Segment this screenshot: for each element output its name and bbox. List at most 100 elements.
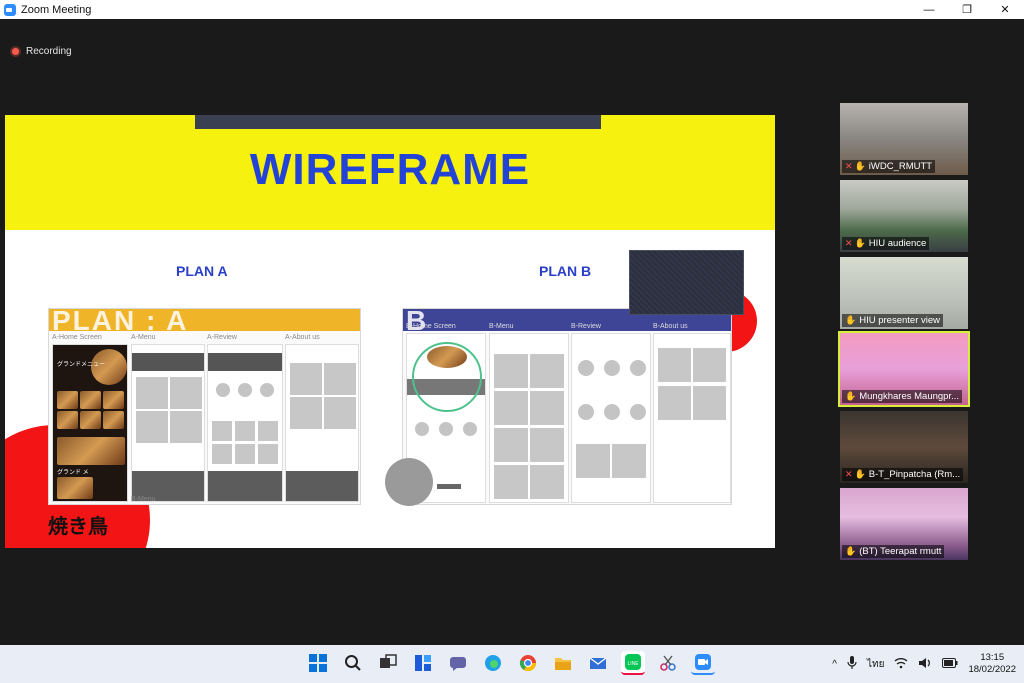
image-block: [658, 386, 691, 420]
food-photo: [57, 437, 125, 465]
button-placeholder: [437, 484, 461, 489]
chrome-browser-icon[interactable]: [516, 651, 540, 675]
banner-block: [132, 353, 204, 371]
close-button[interactable]: ✕: [986, 0, 1024, 19]
edge-browser-icon[interactable]: [481, 651, 505, 675]
start-menu-icon[interactable]: [306, 651, 330, 675]
image-block: [494, 428, 528, 462]
b-menu-screen-mock: [489, 333, 569, 503]
avatar-placeholder: [578, 404, 594, 420]
participant-tile-active-speaker[interactable]: ✋ Mungkhares Maungpr...: [838, 331, 970, 407]
windows-taskbar: LINE ^ ไทย 13:15 18/02/2022: [0, 645, 1024, 683]
volume-icon[interactable]: [918, 657, 932, 672]
banner-block: [208, 353, 282, 371]
pin-icon: ✋: [845, 391, 857, 401]
participant-tile[interactable]: ✕ ✋ B-T_Pinpatcha (Rm...: [840, 411, 968, 483]
caption: A-Home Screen: [52, 334, 102, 341]
menu-screen-mock: [131, 344, 205, 502]
mail-icon[interactable]: [586, 651, 610, 675]
input-language[interactable]: ไทย: [867, 657, 884, 672]
pin-icon: ✋: [845, 546, 857, 556]
participant-name: HIU audience: [868, 238, 927, 249]
image-block: [494, 391, 528, 425]
participant-name: HIU presenter view: [859, 315, 940, 326]
participant-name-tag: ✕ ✋ HIU audience: [842, 237, 930, 250]
caption: B-Menu: [489, 323, 514, 330]
zoom-app-icon[interactable]: [691, 651, 715, 675]
pin-icon: ✋: [854, 161, 866, 171]
participant-name: Mungkhares Maungpr...: [859, 391, 960, 402]
participant-tile[interactable]: ✕ ✋ HIU audience: [840, 180, 968, 252]
svg-text:LINE: LINE: [627, 661, 639, 667]
recording-dot-icon: [10, 46, 21, 57]
image-block: [258, 444, 278, 464]
search-icon[interactable]: [341, 651, 365, 675]
image-block: [212, 444, 232, 464]
snipping-tool-icon[interactable]: [656, 651, 680, 675]
participant-name: (BT) Teerapat rmutt: [859, 546, 942, 557]
avatar-placeholder: [216, 383, 230, 397]
avatar-placeholder: [463, 422, 477, 436]
caption: B-Menu: [131, 496, 156, 503]
battery-icon[interactable]: [942, 657, 958, 671]
system-tray: ^ ไทย 13:15 18/02/2022: [832, 645, 1016, 683]
food-photo: [80, 391, 101, 409]
food-photo: [103, 391, 124, 409]
participant-tile[interactable]: ✋ (BT) Teerapat rmutt: [840, 488, 968, 560]
footer-block: [286, 471, 358, 501]
avatar-placeholder: [439, 422, 453, 436]
file-explorer-icon[interactable]: [551, 651, 575, 675]
floating-video-overlay[interactable]: [629, 250, 744, 315]
maximize-button[interactable]: ❐: [948, 0, 986, 19]
jp-text: グランドメニュー: [57, 362, 106, 368]
taskbar-apps: LINE: [306, 651, 715, 675]
recording-indicator[interactable]: Recording: [10, 46, 72, 57]
jp-text: グランド メ: [57, 470, 89, 476]
image-block: [530, 354, 564, 388]
clock-time: 13:15: [980, 652, 1005, 663]
food-photo: [57, 477, 93, 499]
image-block: [212, 421, 232, 441]
participant-tile[interactable]: ✕ ✋ iWDC_RMUTT: [840, 103, 968, 175]
avatar-placeholder: [630, 360, 646, 376]
avatar-placeholder: [604, 360, 620, 376]
image-block: [494, 354, 528, 388]
image-block: [136, 411, 168, 443]
decor-circle: [385, 458, 433, 506]
line-app-icon[interactable]: LINE: [621, 651, 645, 675]
image-block: [136, 377, 168, 409]
participant-name-tag: ✕ ✋ iWDC_RMUTT: [842, 160, 936, 173]
slide-title: WIREFRAME: [249, 145, 531, 194]
participant-name-tag: ✋ HIU presenter view: [842, 314, 943, 327]
slide-top-bar: [195, 115, 601, 129]
wifi-icon[interactable]: [894, 657, 908, 672]
tray-overflow-chevron-icon[interactable]: ^: [832, 659, 837, 670]
caption: A-Review: [207, 334, 237, 341]
mic-muted-icon: ✕: [845, 161, 853, 171]
avatar-placeholder: [630, 404, 646, 420]
participant-tile[interactable]: ✋ HIU presenter view: [840, 257, 968, 329]
image-block: [612, 444, 646, 478]
task-view-icon[interactable]: [376, 651, 400, 675]
microphone-icon[interactable]: [847, 655, 857, 673]
plan-a-ribbon: PLAN : A: [49, 305, 360, 336]
kanji-label: 焼き鳥: [48, 516, 108, 538]
image-block: [235, 421, 255, 441]
image-block: [530, 465, 564, 499]
mic-muted-icon: ✕: [845, 238, 853, 248]
teams-chat-icon[interactable]: [446, 651, 470, 675]
minimize-button[interactable]: —: [910, 0, 948, 19]
widgets-icon[interactable]: [411, 651, 435, 675]
food-photo: [80, 411, 101, 429]
recording-label: Recording: [26, 46, 72, 57]
image-block: [324, 397, 356, 429]
participant-name-tag: ✕ ✋ B-T_Pinpatcha (Rm...: [842, 468, 964, 481]
pin-icon: ✋: [854, 238, 866, 248]
image-block: [235, 444, 255, 464]
clock-date: 18/02/2022: [968, 664, 1016, 675]
avatar-placeholder: [260, 383, 274, 397]
taskbar-clock[interactable]: 13:15 18/02/2022: [968, 652, 1016, 676]
b-review-screen-mock: [571, 333, 651, 503]
b-about-screen-mock: [653, 333, 731, 503]
image-block: [576, 444, 610, 478]
